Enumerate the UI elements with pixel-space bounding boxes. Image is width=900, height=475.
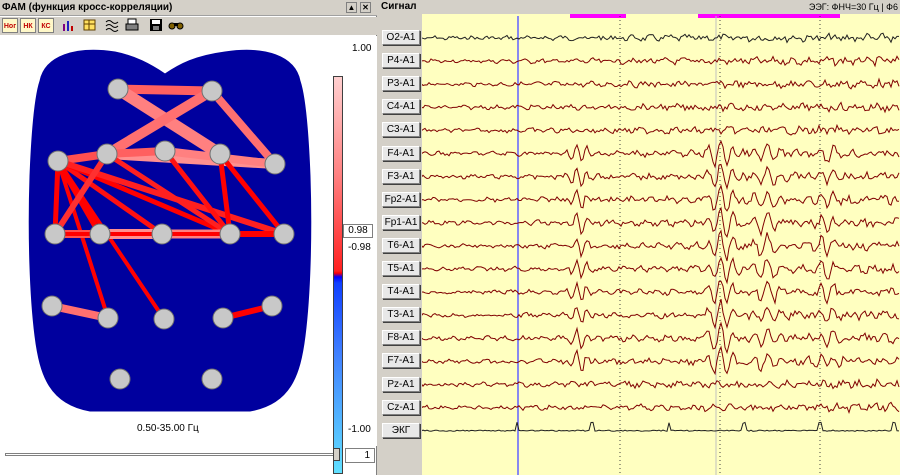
electrode-fz[interactable] <box>154 140 176 162</box>
electrode-t4[interactable] <box>273 223 295 245</box>
binoculars-icon[interactable] <box>168 18 184 33</box>
electrode-c4[interactable] <box>219 223 241 245</box>
electrode-o2[interactable] <box>201 368 223 390</box>
fam-panel: ФАМ (функция кросс-корреляции) ▲ ✕ Ног Н… <box>0 0 377 475</box>
colorbar-neg-threshold-label: -0.98 <box>348 242 371 253</box>
electrode-f3[interactable] <box>96 143 118 165</box>
signal-title-text: Сигнал <box>381 1 417 12</box>
time-slider-thumb[interactable] <box>333 448 340 461</box>
mode-nog-button[interactable]: Ног <box>2 18 18 33</box>
electrode-c3[interactable] <box>89 223 111 245</box>
colorbar-max-label: 1.00 <box>352 43 372 54</box>
channel-button-t6-a1[interactable]: T6-A1 <box>382 237 420 253</box>
electrode-f7[interactable] <box>47 150 69 172</box>
channel-label-column: O2-A1 P4-A1 P3-A1 C4-A1 C3-A1 F4-A1 F3-A1 Fp2-A… <box>378 14 422 475</box>
channel-button-t3-a1[interactable]: T3-A1 <box>382 307 420 323</box>
electrode-o1[interactable] <box>109 368 131 390</box>
fam-toolbar: Ног НК КС <box>0 17 377 35</box>
channel-button-экг[interactable]: ЭКГ <box>382 422 420 438</box>
page-number-field[interactable]: 1 <box>345 448 375 463</box>
collapse-icon[interactable]: ▲ <box>346 2 357 13</box>
connection-line <box>52 158 61 237</box>
close-icon[interactable]: ✕ <box>360 2 371 13</box>
channel-button-o2-a1[interactable]: O2-A1 <box>382 30 420 45</box>
selection-marker <box>698 14 840 18</box>
electrode-t3[interactable] <box>44 223 66 245</box>
electrode-p3[interactable] <box>97 307 119 329</box>
channel-button-t4-a1[interactable]: T4-A1 <box>382 284 420 300</box>
frequency-range-label: 0.50-35.00 Гц <box>137 423 199 434</box>
wave-icon[interactable] <box>105 18 121 33</box>
signal-panel-title: Сигнал ЭЭГ: ФНЧ=30 Гц | Ф6 <box>378 0 900 14</box>
connection-line <box>113 84 217 96</box>
electrode-p4[interactable] <box>212 307 234 329</box>
mode-nk-button[interactable]: НК <box>20 18 36 33</box>
electrode-fp2[interactable] <box>201 80 223 102</box>
save-icon[interactable] <box>148 18 164 33</box>
channel-button-f7-a1[interactable]: F7-A1 <box>382 353 420 369</box>
fam-title-text: ФАМ (функция кросс-корреляции) <box>2 2 173 13</box>
chart-icon[interactable] <box>60 18 76 33</box>
electrode-cz[interactable] <box>151 223 173 245</box>
electrode-fp1[interactable] <box>107 78 129 100</box>
channel-button-cz-a1[interactable]: Cz-A1 <box>382 399 420 415</box>
electrode-f8[interactable] <box>264 153 286 175</box>
electrode-t6[interactable] <box>261 295 283 317</box>
channel-button-c4-a1[interactable]: C4-A1 <box>382 99 420 115</box>
channel-button-f8-a1[interactable]: F8-A1 <box>382 330 420 346</box>
threshold-input[interactable]: 0.98 <box>343 224 373 238</box>
colorbar-min-label: -1.00 <box>348 424 371 435</box>
electrode-t5[interactable] <box>41 295 63 317</box>
channel-button-c3-a1[interactable]: C3-A1 <box>382 122 420 138</box>
channel-button-p4-a1[interactable]: P4-A1 <box>382 53 420 69</box>
channel-button-f3-a1[interactable]: F3-A1 <box>382 168 420 184</box>
print-icon[interactable] <box>124 18 140 33</box>
time-slider-track[interactable] <box>5 453 335 456</box>
selection-marker <box>570 14 626 18</box>
channel-button-p3-a1[interactable]: P3-A1 <box>382 76 420 92</box>
channel-button-pz-a1[interactable]: Pz-A1 <box>382 376 420 392</box>
channel-button-t5-a1[interactable]: T5-A1 <box>382 261 420 276</box>
electrode-f4[interactable] <box>209 143 231 165</box>
signal-panel: Сигнал ЭЭГ: ФНЧ=30 Гц | Ф6 O2-A1 P4-A1 P3-… <box>378 0 900 475</box>
channel-button-fp2-a1[interactable]: Fp2-A1 <box>382 191 420 207</box>
fam-panel-title: ФАМ (функция кросс-корреляции) ▲ ✕ <box>0 0 377 16</box>
mode-ks-button[interactable]: КС <box>38 18 54 33</box>
electrode-pz[interactable] <box>153 308 175 330</box>
correlation-colorbar <box>333 76 343 474</box>
brain-map <box>0 36 377 474</box>
table-icon[interactable] <box>82 18 98 33</box>
channel-button-f4-a1[interactable]: F4-A1 <box>382 145 420 161</box>
eeg-signal-view[interactable] <box>422 14 900 475</box>
filter-info: ЭЭГ: ФНЧ=30 Гц | Ф6 <box>808 2 898 12</box>
brain-map-svg <box>28 49 312 412</box>
channel-button-fp1-a1[interactable]: Fp1-A1 <box>382 214 420 230</box>
